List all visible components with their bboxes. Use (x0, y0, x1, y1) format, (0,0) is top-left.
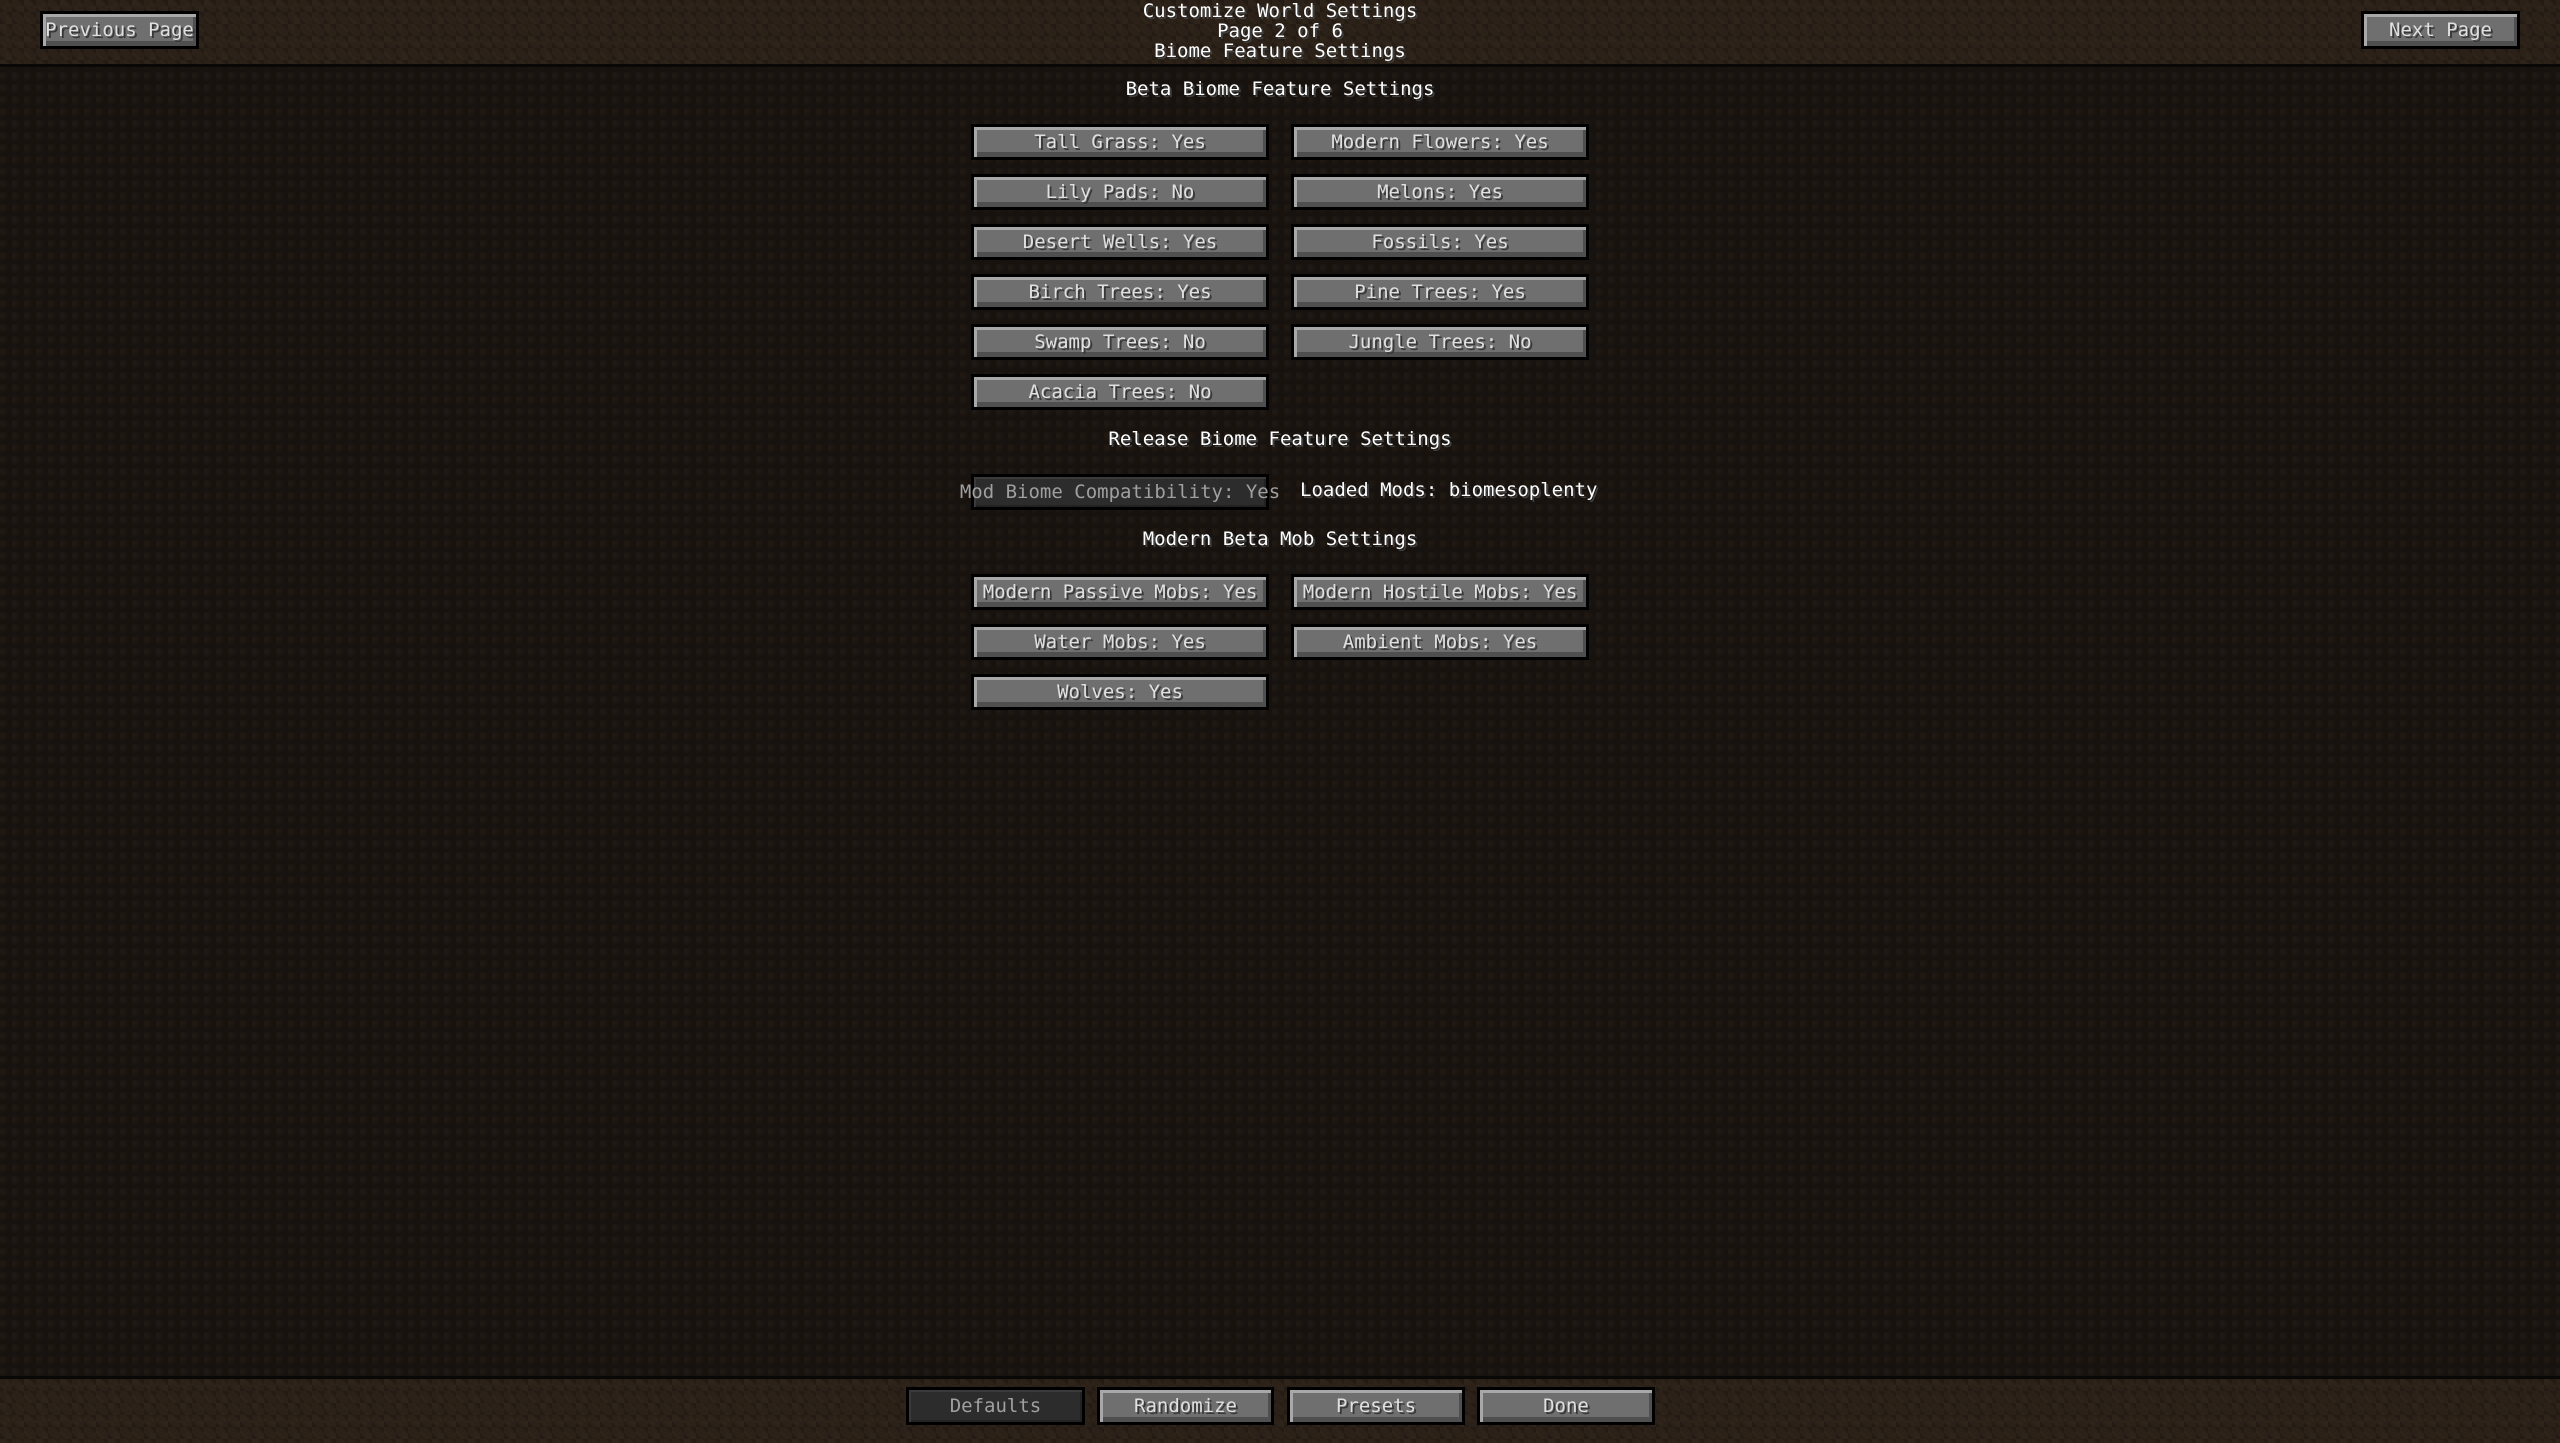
randomize-button[interactable]: Randomize (1097, 1387, 1274, 1425)
ambient-mobs-toggle[interactable]: Ambient Mobs: Yes (1291, 624, 1589, 660)
screen-title: Customize World Settings (1142, 0, 1418, 22)
release-biome-section-title: Release Biome Feature Settings (1108, 428, 1452, 450)
mod-biome-compatibility-toggle: Mod Biome Compatibility: Yes (960, 474, 1280, 510)
lily-pads-toggle[interactable]: Lily Pads: No (971, 174, 1269, 210)
acacia-trees-toggle[interactable]: Acacia Trees: No (971, 374, 1269, 410)
desert-wells-toggle[interactable]: Desert Wells: Yes (971, 224, 1269, 260)
modern-passive-mobs-toggle[interactable]: Modern Passive Mobs: Yes (971, 574, 1269, 610)
wolves-toggle[interactable]: Wolves: Yes (971, 674, 1269, 710)
footer-bar (0, 1376, 2560, 1443)
modern-hostile-mobs-toggle[interactable]: Modern Hostile Mobs: Yes (1291, 574, 1589, 610)
mob-section-title: Modern Beta Mob Settings (1142, 528, 1418, 550)
pine-trees-toggle[interactable]: Pine Trees: Yes (1291, 274, 1589, 310)
beta-biome-section-title: Beta Biome Feature Settings (1125, 78, 1435, 100)
tall-grass-toggle[interactable]: Tall Grass: Yes (971, 124, 1269, 160)
done-button[interactable]: Done (1477, 1387, 1655, 1425)
page-name: Biome Feature Settings (1154, 40, 1406, 62)
melons-toggle[interactable]: Melons: Yes (1291, 174, 1589, 210)
fossils-toggle[interactable]: Fossils: Yes (1291, 224, 1589, 260)
page-indicator: Page 2 of 6 (1217, 20, 1343, 42)
presets-button[interactable]: Presets (1287, 1387, 1465, 1425)
water-mobs-toggle[interactable]: Water Mobs: Yes (971, 624, 1269, 660)
defaults-button: Defaults (906, 1387, 1085, 1425)
modern-flowers-toggle[interactable]: Modern Flowers: Yes (1291, 124, 1589, 160)
birch-trees-toggle[interactable]: Birch Trees: Yes (971, 274, 1269, 310)
jungle-trees-toggle[interactable]: Jungle Trees: No (1291, 324, 1589, 360)
loaded-mods-label: Loaded Mods: biomesoplenty (1300, 479, 1598, 501)
swamp-trees-toggle[interactable]: Swamp Trees: No (971, 324, 1269, 360)
